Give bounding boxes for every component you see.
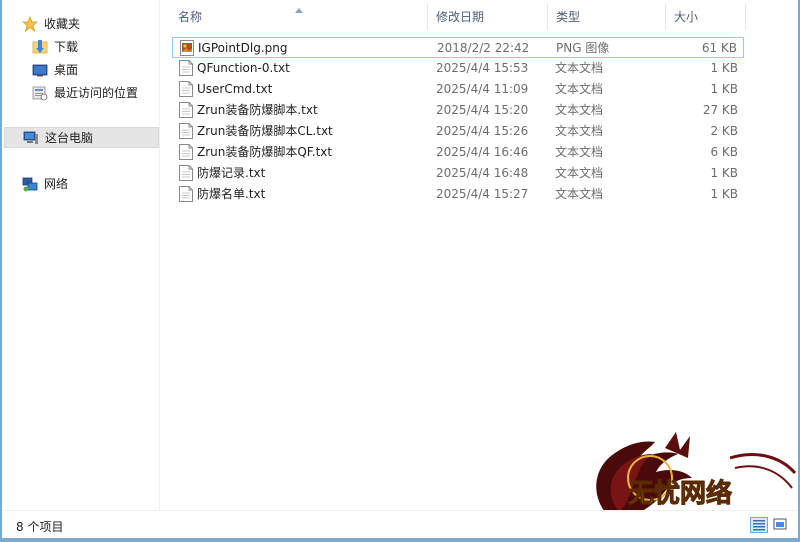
file-type: 文本文档 bbox=[555, 103, 604, 117]
nav-item-desktop[interactable]: 桌面 bbox=[32, 59, 78, 80]
file-row[interactable]: UserCmd.txt 2025/4/4 11:09 文本文档 1 KB bbox=[172, 79, 744, 100]
file-row[interactable]: 防爆名单.txt 2025/4/4 15:27 文本文档 1 KB bbox=[172, 184, 744, 205]
file-name: Zrun装备防爆脚本QF.txt bbox=[197, 145, 333, 159]
nav-label-downloads: 下载 bbox=[54, 40, 79, 54]
file-date: 2025/4/4 15:26 bbox=[436, 124, 529, 138]
navigation-pane: 收藏夹 下载 桌面 最近访问的位置 这台电脑 网络 bbox=[2, 0, 159, 510]
file-row[interactable]: 防爆记录.txt 2025/4/4 16:48 文本文档 1 KB bbox=[172, 163, 744, 184]
network-icon bbox=[22, 176, 38, 192]
column-header-date[interactable]: 修改日期 bbox=[428, 4, 548, 30]
file-date: 2018/2/2 22:42 bbox=[437, 41, 530, 55]
file-row[interactable]: Zrun装备防爆脚本CL.txt 2025/4/4 15:26 文本文档 2 K… bbox=[172, 121, 744, 142]
file-size: 2 KB bbox=[710, 124, 738, 138]
column-header-size-label: 大小 bbox=[674, 10, 699, 24]
watermark-title: 无忧网络 bbox=[628, 478, 732, 509]
file-size: 1 KB bbox=[710, 82, 738, 96]
nav-label-recent: 最近访问的位置 bbox=[54, 86, 139, 100]
file-name: QFunction-0.txt bbox=[197, 61, 290, 75]
item-count: 8 个项目 bbox=[16, 520, 64, 534]
nav-item-favorites[interactable]: 收藏夹 bbox=[21, 13, 81, 34]
file-name: Zrun装备防爆脚本.txt bbox=[197, 103, 318, 117]
text-file-icon bbox=[179, 102, 193, 118]
column-header-type[interactable]: 类型 bbox=[548, 4, 666, 30]
file-date: 2025/4/4 15:20 bbox=[436, 103, 529, 117]
text-file-icon bbox=[179, 60, 193, 76]
file-date: 2025/4/4 15:53 bbox=[436, 61, 529, 75]
nav-item-network[interactable]: 网络 bbox=[22, 173, 68, 194]
column-header-size[interactable]: 大小 bbox=[666, 4, 746, 30]
file-name: IGPointDlg.png bbox=[198, 41, 288, 55]
file-size: 1 KB bbox=[710, 61, 738, 75]
png-image-icon bbox=[180, 40, 194, 56]
file-row[interactable]: Zrun装备防爆脚本.txt 2025/4/4 15:20 文本文档 27 KB bbox=[172, 100, 744, 121]
nav-label-network: 网络 bbox=[44, 177, 69, 191]
file-row[interactable]: IGPointDlg.png 2018/2/2 22:42 PNG 图像 61 … bbox=[172, 37, 744, 58]
text-file-icon bbox=[179, 186, 193, 202]
nav-label-favorites: 收藏夹 bbox=[44, 17, 81, 31]
large-icons-view-button[interactable] bbox=[772, 517, 790, 533]
file-type: 文本文档 bbox=[555, 145, 604, 159]
text-file-icon bbox=[179, 144, 193, 160]
file-size: 1 KB bbox=[710, 187, 738, 201]
recent-places-icon bbox=[32, 85, 48, 101]
nav-item-recent[interactable]: 最近访问的位置 bbox=[32, 82, 138, 103]
file-name: Zrun装备防爆脚本CL.txt bbox=[197, 124, 333, 138]
downloads-folder-icon bbox=[32, 39, 48, 55]
file-date: 2025/4/4 16:46 bbox=[436, 145, 529, 159]
nav-label-desktop: 桌面 bbox=[54, 63, 79, 77]
column-headers: 名称 修改日期 类型 大小 bbox=[170, 4, 746, 30]
text-file-icon bbox=[179, 165, 193, 181]
column-header-name-label: 名称 bbox=[178, 10, 203, 24]
file-type: 文本文档 bbox=[555, 82, 604, 96]
details-view-icon bbox=[751, 520, 767, 535]
sort-ascending-icon bbox=[295, 8, 303, 13]
file-row[interactable]: Zrun装备防爆脚本QF.txt 2025/4/4 16:46 文本文档 6 K… bbox=[172, 142, 744, 163]
window-frame-bottom bbox=[0, 538, 800, 542]
desktop-icon bbox=[32, 62, 48, 78]
details-view-button[interactable] bbox=[750, 517, 768, 533]
file-size: 1 KB bbox=[710, 166, 738, 180]
text-file-icon bbox=[179, 123, 193, 139]
column-header-type-label: 类型 bbox=[556, 10, 581, 24]
file-name: UserCmd.txt bbox=[197, 82, 273, 96]
file-size: 6 KB bbox=[710, 145, 738, 159]
file-type: 文本文档 bbox=[555, 124, 604, 138]
column-header-date-label: 修改日期 bbox=[436, 10, 485, 24]
nav-item-this-pc[interactable]: 这台电脑 bbox=[4, 127, 159, 148]
file-row[interactable]: QFunction-0.txt 2025/4/4 15:53 文本文档 1 KB bbox=[172, 58, 744, 79]
file-type: 文本文档 bbox=[555, 61, 604, 75]
nav-label-this-pc: 这台电脑 bbox=[45, 131, 94, 145]
file-size: 61 KB bbox=[701, 41, 737, 55]
text-file-icon bbox=[179, 81, 193, 97]
computer-icon bbox=[23, 130, 39, 146]
star-icon bbox=[21, 15, 39, 32]
status-bar: 8 个项目 bbox=[2, 510, 798, 539]
file-date: 2025/4/4 16:48 bbox=[436, 166, 529, 180]
file-name: 防爆名单.txt bbox=[197, 187, 266, 201]
file-date: 2025/4/4 11:09 bbox=[436, 82, 529, 96]
pane-splitter[interactable] bbox=[159, 0, 160, 510]
nav-item-downloads[interactable]: 下载 bbox=[32, 36, 78, 57]
file-size: 27 KB bbox=[702, 103, 738, 117]
file-date: 2025/4/4 15:27 bbox=[436, 187, 529, 201]
file-type: 文本文档 bbox=[555, 187, 604, 201]
file-type: 文本文档 bbox=[555, 166, 604, 180]
large-icons-view-icon bbox=[772, 518, 788, 534]
file-type: PNG 图像 bbox=[556, 41, 610, 55]
file-name: 防爆记录.txt bbox=[197, 166, 266, 180]
